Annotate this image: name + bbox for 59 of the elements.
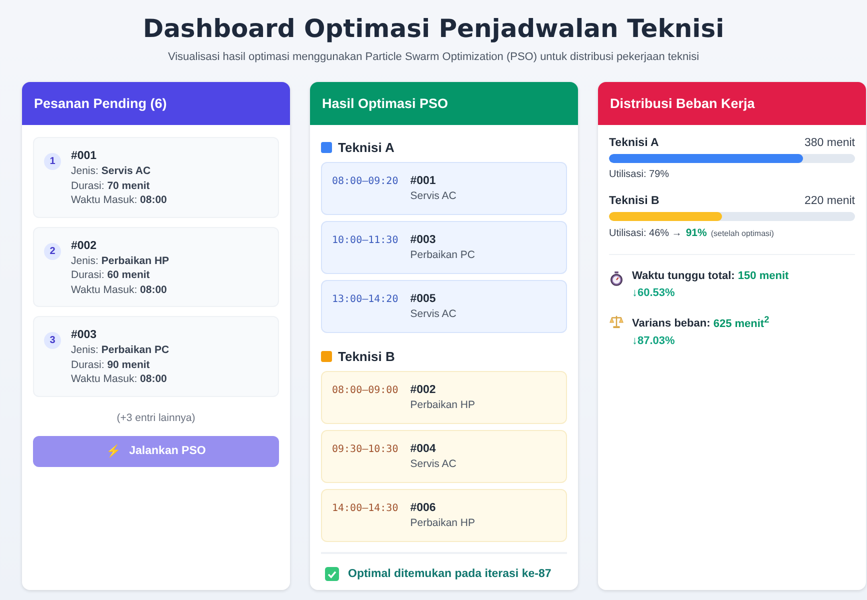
minutes-value: 380 menit bbox=[804, 137, 855, 149]
utilisation-text: Utilisasi: 46% → bbox=[609, 228, 682, 239]
order-id: #004 bbox=[410, 442, 437, 457]
time-range: 08:00–09:00 bbox=[332, 384, 398, 398]
note-text: (setelah optimasi) bbox=[710, 229, 774, 238]
optimised-value: 91% bbox=[686, 227, 707, 239]
service-name: Servis AC bbox=[410, 189, 456, 204]
technician-name: Teknisi A bbox=[609, 137, 659, 149]
service-name: Perbaikan HP bbox=[410, 516, 476, 531]
time-range: 14:00–14:30 bbox=[332, 502, 398, 516]
technician-name: Teknisi B bbox=[338, 349, 395, 364]
order-detail: Jenis: Perbaikan PC bbox=[71, 343, 170, 358]
metric-value: 150 menit bbox=[738, 270, 789, 282]
order-number: 3 bbox=[44, 332, 61, 349]
card-title: Hasil Optimasi PSO bbox=[322, 96, 448, 111]
metric-value: 625 menit$^{2}$ bbox=[713, 318, 770, 330]
order-detail: Durasi: 70 menit bbox=[71, 178, 151, 193]
time-range: 09:30–10:30 bbox=[332, 443, 398, 457]
order-detail: Waktu Masuk: 08:00 bbox=[71, 282, 168, 297]
order-detail: Waktu Masuk: 08:00 bbox=[71, 372, 168, 386]
order-id: #002 bbox=[410, 383, 437, 398]
balance-scale-icon bbox=[609, 314, 624, 329]
metric-label: Waktu tunggu total: bbox=[632, 270, 735, 282]
metric-label: Varians beban: bbox=[632, 318, 710, 330]
order-id: #003 bbox=[410, 233, 437, 248]
order-id: #002 bbox=[71, 238, 98, 254]
order-number: 2 bbox=[44, 242, 61, 260]
metric-change: ↓87.03% bbox=[632, 334, 676, 349]
more-entries-text: (+3 entri lainnya) bbox=[116, 412, 196, 424]
order-detail: Durasi: 90 menit bbox=[71, 358, 151, 372]
service-name: Perbaikan PC bbox=[410, 248, 476, 263]
page-subtitle: Visualisasi hasil optimasi menggunakan Particle Swarm Optimization (PSO) untuk distribusi pekerjaan teknisi bbox=[166, 51, 700, 63]
technician-name: Teknisi B bbox=[609, 195, 660, 207]
card-title: Distribusi Beban Kerja bbox=[610, 96, 755, 111]
order-id: #001 bbox=[410, 174, 437, 189]
service-name: Servis AC bbox=[410, 307, 456, 322]
order-id: #001 bbox=[71, 149, 98, 164]
order-detail: Jenis: Servis AC bbox=[71, 164, 152, 178]
card-title: Pesanan Pending (6) bbox=[34, 96, 167, 111]
order-id: #005 bbox=[410, 292, 437, 307]
technician-name: Teknisi A bbox=[338, 140, 394, 155]
order-id: #006 bbox=[410, 501, 437, 516]
stopwatch-icon bbox=[609, 271, 624, 286]
page-title: Dashboard Optimasi Penjadwalan Teknisi bbox=[142, 14, 724, 43]
utilisation-text: Utilisasi: 79% bbox=[609, 169, 670, 180]
order-number: 1 bbox=[44, 153, 61, 170]
order-detail: Waktu Masuk: 08:00 bbox=[71, 193, 167, 208]
metric-change: ↓60.53% bbox=[632, 286, 676, 301]
time-range: 13:00–14:20 bbox=[332, 293, 398, 307]
order-detail: Jenis: Perbaikan HP bbox=[71, 254, 170, 268]
service-name: Servis AC bbox=[410, 457, 456, 472]
time-range: 08:00–09:20 bbox=[332, 175, 398, 189]
lightning-icon: ⚡ bbox=[106, 444, 122, 458]
minutes-value: 220 menit bbox=[804, 195, 855, 207]
time-range: 10:00–11:30 bbox=[332, 234, 398, 248]
service-name: Perbaikan HP bbox=[410, 398, 476, 413]
order-detail: Durasi: 60 menit bbox=[71, 268, 151, 282]
order-id: #003 bbox=[71, 328, 98, 343]
result-status-text: Optimal ditemukan pada iterasi ke-87 bbox=[348, 568, 552, 580]
